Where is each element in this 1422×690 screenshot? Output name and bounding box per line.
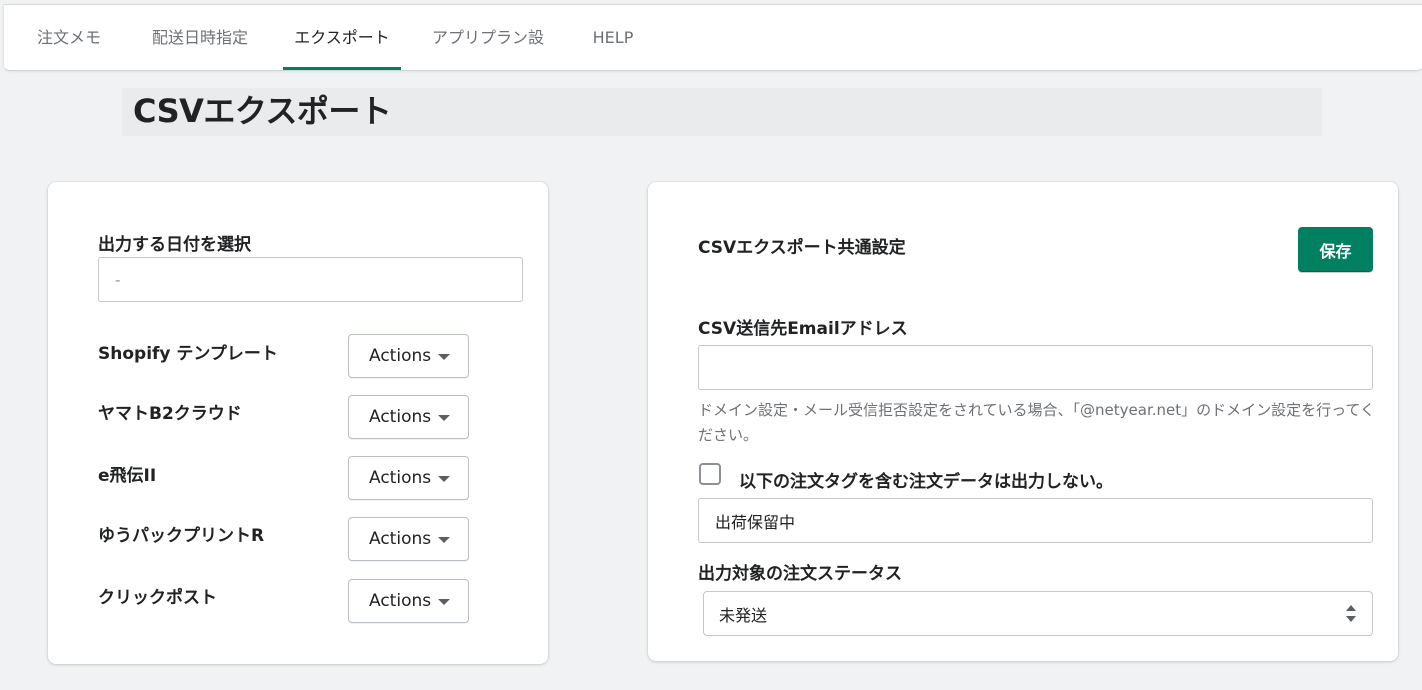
page-title: CSVエクスポート xyxy=(133,92,392,130)
status-select-value: 未発送 xyxy=(719,605,768,625)
email-input[interactable] xyxy=(698,345,1373,390)
date-select-input[interactable]: - xyxy=(98,257,523,302)
exclude-tag-checkbox-label: 以下の注文タグを含む注文データは出力しない。 xyxy=(739,472,1113,492)
template-label-yamato-b2: ヤマトB2クラウド xyxy=(98,404,242,424)
actions-button-label: Actions xyxy=(369,468,432,488)
save-button[interactable]: 保存 xyxy=(1298,227,1373,272)
tab-app-plan-settings[interactable]: アプリプラン設定 xyxy=(428,5,548,113)
export-templates-card: 出力する日付を選択 - Shopify テンプレート Actions ヤマトB2… xyxy=(48,182,548,664)
caret-down-icon xyxy=(438,476,450,482)
actions-button-label: Actions xyxy=(369,529,432,549)
tab-delivery-datetime[interactable]: 配送日時指定 xyxy=(144,5,256,70)
date-select-label: 出力する日付を選択 xyxy=(98,235,251,255)
email-label: CSV送信先Emailアドレス xyxy=(698,319,908,339)
template-label-ehiden: e飛伝II xyxy=(98,466,157,486)
status-label: 出力対象の注文ステータス xyxy=(698,564,902,584)
caret-down-icon xyxy=(438,537,450,543)
actions-button-yamato-b2[interactable]: Actions xyxy=(348,395,469,439)
caret-down-icon xyxy=(438,354,450,360)
actions-button-label: Actions xyxy=(369,407,432,427)
template-label-yupack-print: ゆうパックプリントR xyxy=(98,526,265,546)
export-settings-card: CSVエクスポート共通設定 保存 CSV送信先Emailアドレス ドメイン設定・… xyxy=(648,182,1398,661)
actions-button-clickpost[interactable]: Actions xyxy=(348,579,469,623)
tab-order-memo[interactable]: 注文メモ xyxy=(34,5,104,70)
date-select-value: - xyxy=(115,270,121,289)
settings-heading: CSVエクスポート共通設定 xyxy=(698,238,906,258)
status-select[interactable]: 未発送 xyxy=(703,591,1373,636)
tab-bar: 注文メモ 配送日時指定 エクスポート アプリプラン設定 HELP xyxy=(3,4,1422,113)
exclude-tag-input[interactable]: 出荷保留中 xyxy=(698,498,1373,543)
email-help-text: ドメイン設定・メール受信拒否設定をされている場合、「@netyear.net」の… xyxy=(698,401,1375,444)
exclude-tag-value: 出荷保留中 xyxy=(715,512,796,532)
template-label-clickpost: クリックポスト xyxy=(98,588,217,608)
actions-button-label: Actions xyxy=(369,346,432,366)
tab-help[interactable]: HELP xyxy=(588,5,638,70)
exclude-tag-checkbox[interactable] xyxy=(699,463,721,485)
actions-button-shopify[interactable]: Actions xyxy=(348,334,469,378)
actions-button-label: Actions xyxy=(369,591,432,611)
actions-button-ehiden[interactable]: Actions xyxy=(348,456,469,500)
tab-export[interactable]: エクスポート xyxy=(283,5,401,70)
template-label-shopify: Shopify テンプレート xyxy=(98,344,278,364)
actions-button-yupack-print[interactable]: Actions xyxy=(348,517,469,561)
caret-down-icon xyxy=(438,415,450,421)
caret-down-icon xyxy=(438,599,450,605)
select-updown-icon xyxy=(1346,605,1356,623)
